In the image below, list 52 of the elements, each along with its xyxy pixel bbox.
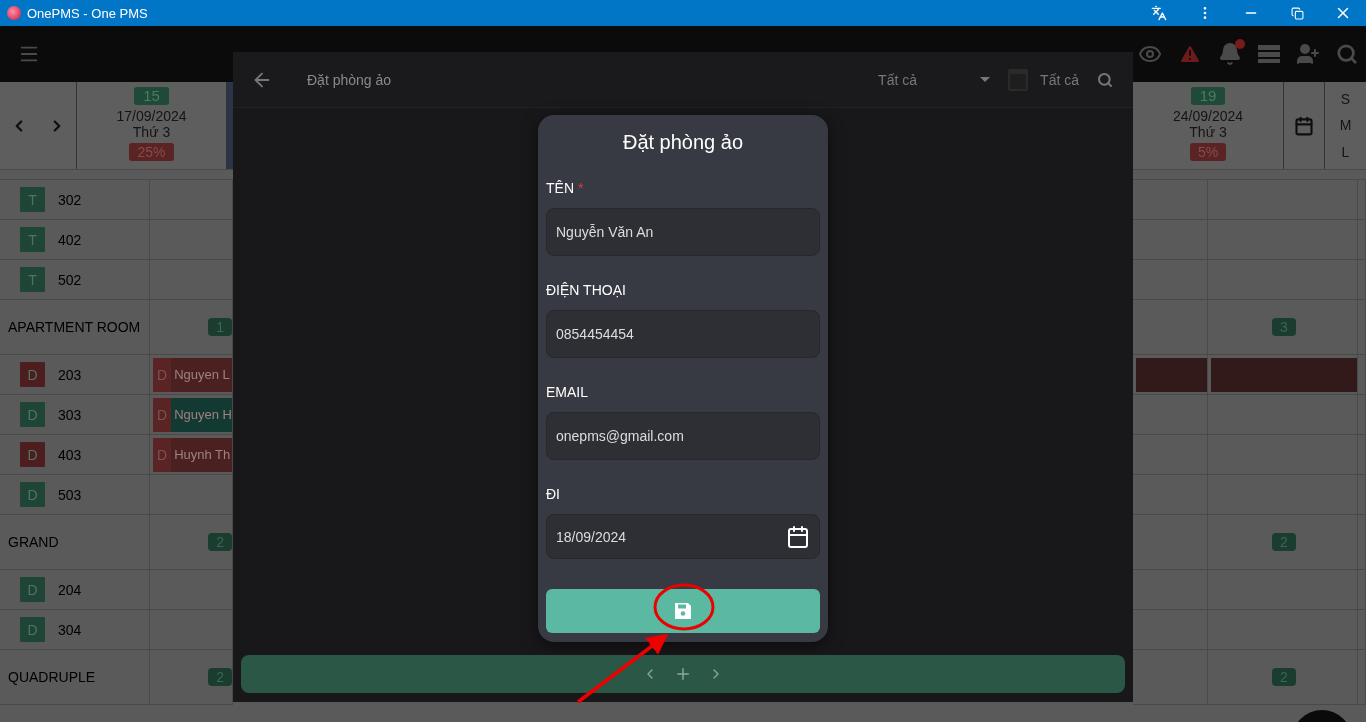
status-dropdown[interactable]: Tất cả [878,71,991,88]
room-number: 403 [58,446,82,463]
size-option[interactable]: L [1341,143,1350,160]
booking-bar[interactable] [1136,357,1207,392]
bell-icon[interactable] [1218,42,1242,66]
field-label: EMAIL [546,383,588,402]
weekday-text: Thứ 3 [132,124,171,140]
room-type-name: GRAND [8,534,59,550]
guest-name: Nguyen L [173,367,230,382]
save-icon [673,601,693,621]
booking-bar[interactable] [1211,357,1357,392]
search-icon[interactable] [1336,43,1358,65]
room-type-name: APARTMENT ROOM [8,319,141,335]
field-label: TÊN [546,179,574,198]
room-number: 402 [58,231,82,248]
search-icon[interactable] [1097,71,1113,88]
room-number: 502 [58,271,82,288]
room-number: 304 [58,621,82,638]
dialog-title: Đặt phòng ảo [621,130,745,155]
room-number: 302 [58,191,82,208]
annotation-circle [653,583,715,631]
restore-icon[interactable] [1290,6,1304,20]
add-user-icon[interactable] [1296,42,1320,66]
room-type-name: QUADRUPLE [8,669,96,685]
guest-name: Huynh Th [173,447,231,462]
room-status-badge: D [20,442,45,467]
list-icon[interactable] [1258,44,1280,64]
field-label: ĐI [546,485,560,504]
input-field[interactable]: onepms@gmail.com [546,412,820,460]
guest-name: Nguyen H [173,407,232,422]
room-number: 203 [58,366,82,383]
room-number: 503 [58,486,82,503]
field-label: ĐIỆN THOẠI [546,281,626,300]
weekday-text: Thứ 3 [1189,124,1227,140]
room-status-badge: D [20,362,45,387]
input-field[interactable]: 0854454454 [546,310,820,358]
room-number: 303 [58,406,82,423]
required-mark: * [578,179,584,198]
size-option[interactable]: M [1339,117,1352,134]
save-button[interactable] [546,589,820,633]
date-field[interactable]: 18/09/2024 [546,514,820,559]
panel-title: Đặt phòng ảo [307,71,392,88]
add-icon[interactable] [674,665,692,683]
room-number: 204 [58,581,82,598]
date-filter-text[interactable]: Tất cả [1040,71,1079,88]
app-logo-icon [7,6,21,20]
input-field[interactable]: Nguyễn Văn An [546,208,820,256]
translate-icon[interactable] [1151,5,1167,21]
date-text: 24/09/2024 [1172,108,1244,124]
size-option[interactable]: S [1340,91,1351,108]
date-text: 17/09/2024 [116,108,187,124]
window-title: OnePMS - One PMS [27,5,148,21]
